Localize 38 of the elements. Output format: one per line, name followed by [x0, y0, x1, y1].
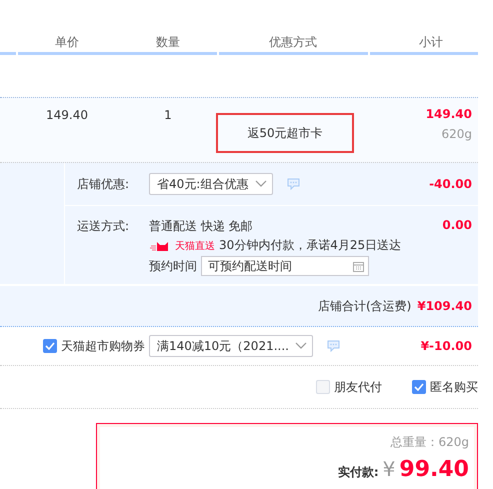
checkbox[interactable]: [43, 339, 57, 353]
coupon-amount: ¥-10.00: [420, 339, 472, 353]
calendar-icon: [353, 260, 364, 272]
pay-total: 99.40: [399, 457, 469, 482]
coupon-label: 天猫超市购物券: [61, 338, 145, 354]
pay-label: 实付款:: [338, 464, 379, 481]
shipping-method: 普通配送 快递 免邮: [149, 218, 254, 235]
unit-price: 149.40: [46, 108, 88, 122]
shipping-amount: 0.00: [442, 218, 472, 232]
cat-logo-icon: [149, 240, 171, 250]
checkbox[interactable]: [412, 380, 426, 394]
coupon-dropdown[interactable]: 满140减10元（2021....: [149, 335, 313, 357]
quantity: 1: [164, 108, 172, 122]
caret-icon: [295, 342, 307, 350]
promotion-label: 返50元超市卡: [216, 113, 354, 153]
delivery-service-label: 天猫直送: [175, 240, 215, 252]
shop-total-label: 店铺合计(含运费): [318, 298, 412, 314]
weight: 620g: [441, 127, 472, 141]
discount-dropdown[interactable]: 省40元:组合优惠: [149, 173, 273, 195]
field-label: 店铺优惠:: [77, 176, 130, 192]
option-label: 朋友代付: [334, 378, 382, 396]
column-header: 数量: [156, 34, 180, 51]
caret-icon: [255, 180, 267, 188]
message-icon[interactable]: [287, 178, 300, 190]
message-icon[interactable]: [327, 340, 340, 352]
currency-sign: ¥: [382, 457, 396, 481]
field-label: 预约时间: [149, 258, 197, 274]
column-header: 单价: [55, 34, 79, 51]
column-header: 优惠方式: [269, 34, 317, 51]
subtotal: 149.40: [426, 107, 472, 121]
total-weight: 总重量：620g: [390, 434, 469, 451]
delivery-promise: 30分钟内付款，承诺4月25日送达: [219, 237, 402, 254]
shop-total-amount: ¥109.40: [417, 299, 472, 313]
field-label: 运送方式:: [77, 218, 130, 235]
date-field[interactable]: 可预约配送时间: [201, 256, 369, 276]
option-label: 匿名购买: [430, 378, 478, 396]
discount-amount: -40.00: [429, 177, 472, 191]
column-header: 小计: [419, 34, 443, 51]
